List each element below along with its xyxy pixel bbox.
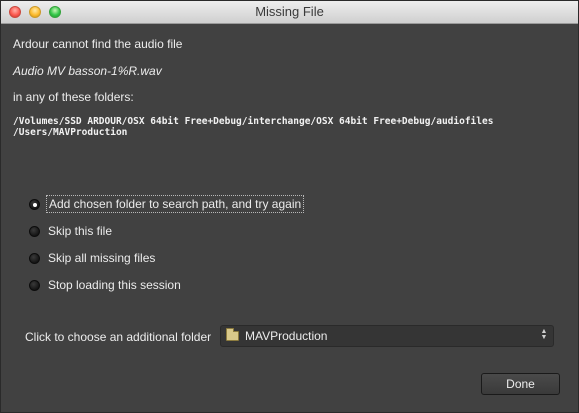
up-down-chevron-icon: ▲ ▼ xyxy=(540,328,548,341)
message-line-2: in any of these folders: xyxy=(13,90,134,104)
folder-path-list: /Volumes/SSD ARDOUR/OSX 64bit Free+Debug… xyxy=(13,116,493,138)
option-label: Add chosen folder to search path, and tr… xyxy=(46,195,305,213)
title-bar: Missing File xyxy=(1,1,578,24)
message-line-1: Ardour cannot find the audio file xyxy=(13,37,183,51)
folder-path: /Users/MAVProduction xyxy=(13,127,128,138)
folder-chooser[interactable]: MAVProduction ▲ ▼ xyxy=(220,325,554,347)
folder-chooser-value: MAVProduction xyxy=(245,329,328,343)
option-skip-all[interactable]: Skip all missing files xyxy=(29,249,157,267)
radio-button[interactable] xyxy=(29,279,40,291)
option-label: Skip this file xyxy=(48,224,113,238)
option-skip-file[interactable]: Skip this file xyxy=(29,222,114,240)
radio-button[interactable] xyxy=(29,225,40,237)
done-button[interactable]: Done xyxy=(481,373,560,395)
radio-button[interactable] xyxy=(29,252,40,264)
window-title: Missing File xyxy=(255,4,324,19)
radio-button-checked[interactable] xyxy=(29,198,40,210)
option-stop-loading[interactable]: Stop loading this session xyxy=(29,276,183,294)
option-label: Stop loading this session xyxy=(48,278,181,292)
missing-filename: Audio MV basson-1%R.wav xyxy=(13,64,162,78)
option-add-folder[interactable]: Add chosen folder to search path, and tr… xyxy=(29,195,305,213)
folder-icon xyxy=(226,328,239,341)
option-label: Skip all missing files xyxy=(48,251,156,265)
choose-folder-label: Click to choose an additional folder xyxy=(25,330,212,344)
missing-file-dialog: Missing File Ardour cannot find the audi… xyxy=(0,0,579,413)
folder-path: /Volumes/SSD ARDOUR/OSX 64bit Free+Debug… xyxy=(13,116,494,127)
